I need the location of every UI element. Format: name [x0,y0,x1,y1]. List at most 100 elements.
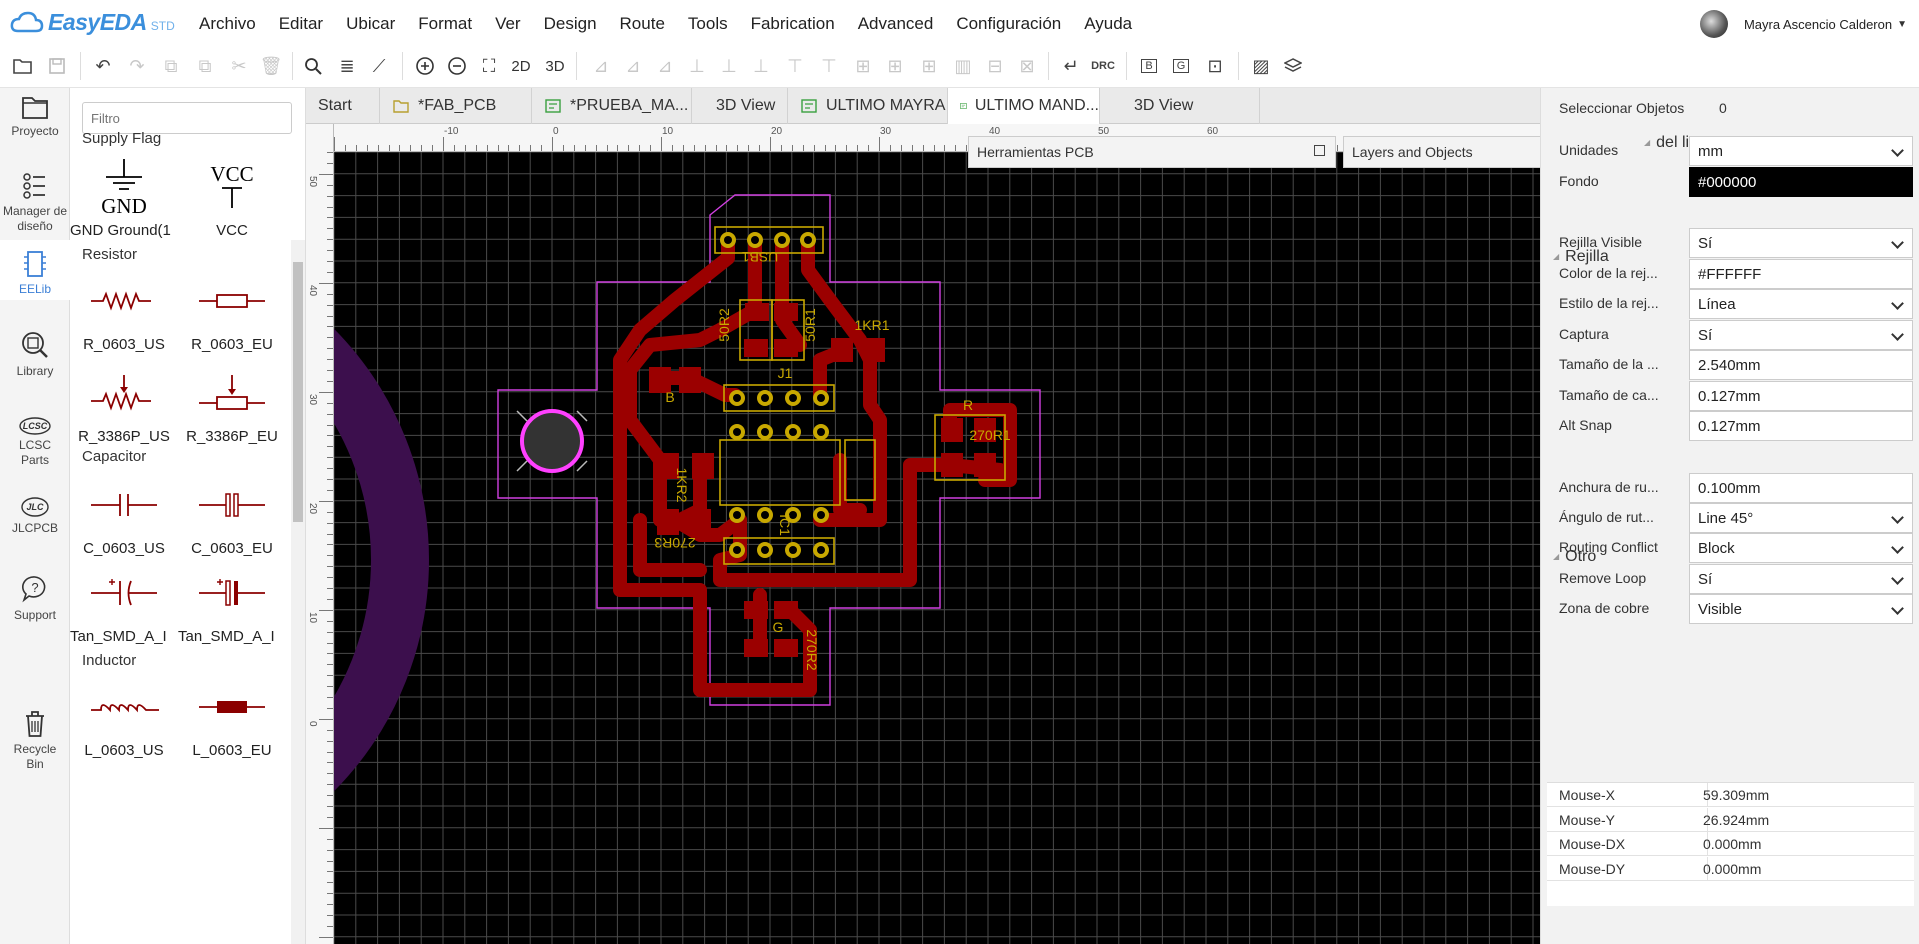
prop-input[interactable]: 0.100mm [1689,473,1913,503]
find-replace-icon[interactable]: ≣ [334,53,360,79]
prop-input[interactable]: #FFFFFF [1689,259,1913,289]
rotate-icon[interactable]: ⊠ [1014,53,1040,79]
nav-lcsc-parts[interactable]: LCSC LCSC Parts [0,414,70,470]
lib-item-l-0603-eu[interactable]: L_0603_EU [178,672,286,778]
user-menu[interactable]: Mayra Ascencio Calderon ▼ [1699,10,1907,38]
tab-ultimo-mand[interactable]: ULTIMO MAND... [948,88,1100,124]
chevron-down-icon[interactable]: ▼ [1897,19,1907,30]
nav-eelib[interactable]: EELib [0,240,70,300]
prop-select[interactable]: Sí [1689,228,1913,258]
nav-design-manager[interactable]: Manager de diseño [0,168,70,233]
prop-select[interactable]: Visible [1689,594,1913,624]
lib-item-tan-smd-a-eu[interactable]: Tan_SMD_A_I [178,558,286,664]
prop-select[interactable]: Línea [1689,289,1913,319]
save-icon[interactable] [44,53,70,79]
layers-icon[interactable] [1280,53,1306,79]
lib-item-vcc[interactable]: VCC VCC [178,152,286,258]
pcb-tools-panel[interactable]: Herramientas PCB [968,136,1336,168]
menu-design[interactable]: Design [544,14,597,34]
tab-ultimo-mayra[interactable]: ULTIMO MAYRA [788,88,948,124]
align-right-icon[interactable]: ⊿ [652,53,678,79]
pick-place-icon[interactable]: ⊡ [1202,53,1228,79]
redo-icon[interactable]: ↷ [124,53,150,79]
nav-recycle-bin[interactable]: Recycle Bin [0,706,70,771]
lib-item-r-0603-us[interactable]: R_0603_US [70,266,178,372]
prop-select[interactable]: Line 45° [1689,503,1913,533]
menu-ubicar[interactable]: Ubicar [346,14,395,34]
snap-icon[interactable]: ⊟ [982,53,1008,79]
prop-input[interactable]: #000000 [1689,167,1913,197]
prop-select[interactable]: Sí [1689,320,1913,350]
bom-button[interactable]: B [1136,53,1162,79]
gerber-button[interactable]: G [1168,53,1194,79]
menu-configuraci-n[interactable]: Configuración [956,14,1061,34]
open-folder-icon[interactable] [10,53,36,79]
library-scrollbar[interactable] [291,240,305,944]
align-grid-icon[interactable]: ⊤ [782,53,808,79]
menu-format[interactable]: Format [418,14,472,34]
easyeda-logo[interactable]: EasyEDA STD [10,8,175,36]
menu-archivo[interactable]: Archivo [199,14,256,34]
menu-ver[interactable]: Ver [495,14,521,34]
lib-item-r-3386p-eu[interactable]: R_3386P_EU [178,358,286,464]
lib-item-r-0603-eu[interactable]: R_0603_EU [178,266,286,372]
menu-ayuda[interactable]: Ayuda [1084,14,1132,34]
highlight-net-icon[interactable]: ⟋ [366,53,392,79]
align-top-icon[interactable]: ⊥ [684,53,710,79]
nav-library[interactable]: Library [0,328,70,378]
lib-item-tan-smd-a-us[interactable]: Tan_SMD_A_I [70,558,178,664]
menu-route[interactable]: Route [620,14,665,34]
menu-advanced[interactable]: Advanced [858,14,934,34]
maximize-icon[interactable] [1314,145,1325,156]
fit-view-icon[interactable]: ⛶ [476,53,502,79]
paste-icon[interactable]: ⧉ [192,53,218,79]
user-name[interactable]: Mayra Ascencio Calderon [1744,17,1892,32]
distribute-h-icon[interactable]: ⊤ [816,53,842,79]
bar-align-icon[interactable]: ▥ [950,53,976,79]
align-center-icon[interactable]: ⊿ [620,53,646,79]
drill-hole [761,394,769,402]
nav-support[interactable]: ? Support [0,572,70,622]
prop-select[interactable]: Sí [1689,564,1913,594]
import-icon[interactable]: ↵ [1058,53,1084,79]
tab-start[interactable]: Start [306,88,380,124]
align-bottom-icon[interactable]: ⊥ [748,53,774,79]
undo-icon[interactable]: ↶ [90,53,116,79]
group-icon[interactable]: ⊞ [882,53,908,79]
image-icon[interactable]: ▨ [1248,53,1274,79]
menu-fabrication[interactable]: Fabrication [751,14,835,34]
delete-icon[interactable]: 🗑 [258,53,284,79]
tab-prueba[interactable]: *PRUEBA_MA... [532,88,692,124]
prop-input[interactable]: 2.540mm [1689,350,1913,380]
menu-tools[interactable]: Tools [688,14,728,34]
lib-item-l-0603-us[interactable]: L_0603_US [70,672,178,778]
lib-item-gnd[interactable]: GND GND Ground(1 [70,152,178,258]
distribute-v-icon[interactable]: ⊞ [850,53,876,79]
pcb-canvas[interactable]: -10 0 10 20 30 40 50 60 50 40 30 20 10 0 USB1 50R2 50R… [306,124,1540,944]
pcb-drawing[interactable]: USB1 50R2 50R1 1KR1 J1 B R 270R1 1KR2 270R3 IC1 G 27… [334,152,1540,944]
tab-3d-view-1[interactable]: 3D View [692,88,788,124]
view-2d-button[interactable]: 2D [508,53,534,79]
view-3d-button[interactable]: 3D [542,53,568,79]
tab-fab-pcb[interactable]: *FAB_PCB [380,88,532,124]
ungroup-icon[interactable]: ⊞ [916,53,942,79]
prop-input[interactable]: 0.127mm [1689,381,1913,411]
nav-project[interactable]: Proyecto [0,88,70,138]
cut-icon[interactable]: ✂ [226,53,252,79]
prop-input[interactable]: 0.127mm [1689,411,1913,441]
select-objects-label[interactable]: Seleccionar Objetos [1559,100,1684,116]
avatar[interactable] [1699,10,1728,38]
search-icon[interactable] [300,53,326,79]
menu-editar[interactable]: Editar [279,14,323,34]
align-middle-icon[interactable]: ⊥ [716,53,742,79]
align-left-icon[interactable]: ⊿ [588,53,614,79]
tab-3d-view-2[interactable]: 3D View [1100,88,1260,124]
zoom-in-icon[interactable] [412,53,438,79]
nav-jlcpcb[interactable]: JLC JLCPCB [0,493,70,541]
zoom-out-icon[interactable] [444,53,470,79]
prop-select[interactable]: Block [1689,533,1913,563]
prop-label: Rejilla Visible [1559,234,1643,250]
drc-button[interactable]: DRC [1090,53,1116,79]
prop-select[interactable]: mm [1689,136,1913,166]
copy-icon[interactable]: ⧉ [158,53,184,79]
